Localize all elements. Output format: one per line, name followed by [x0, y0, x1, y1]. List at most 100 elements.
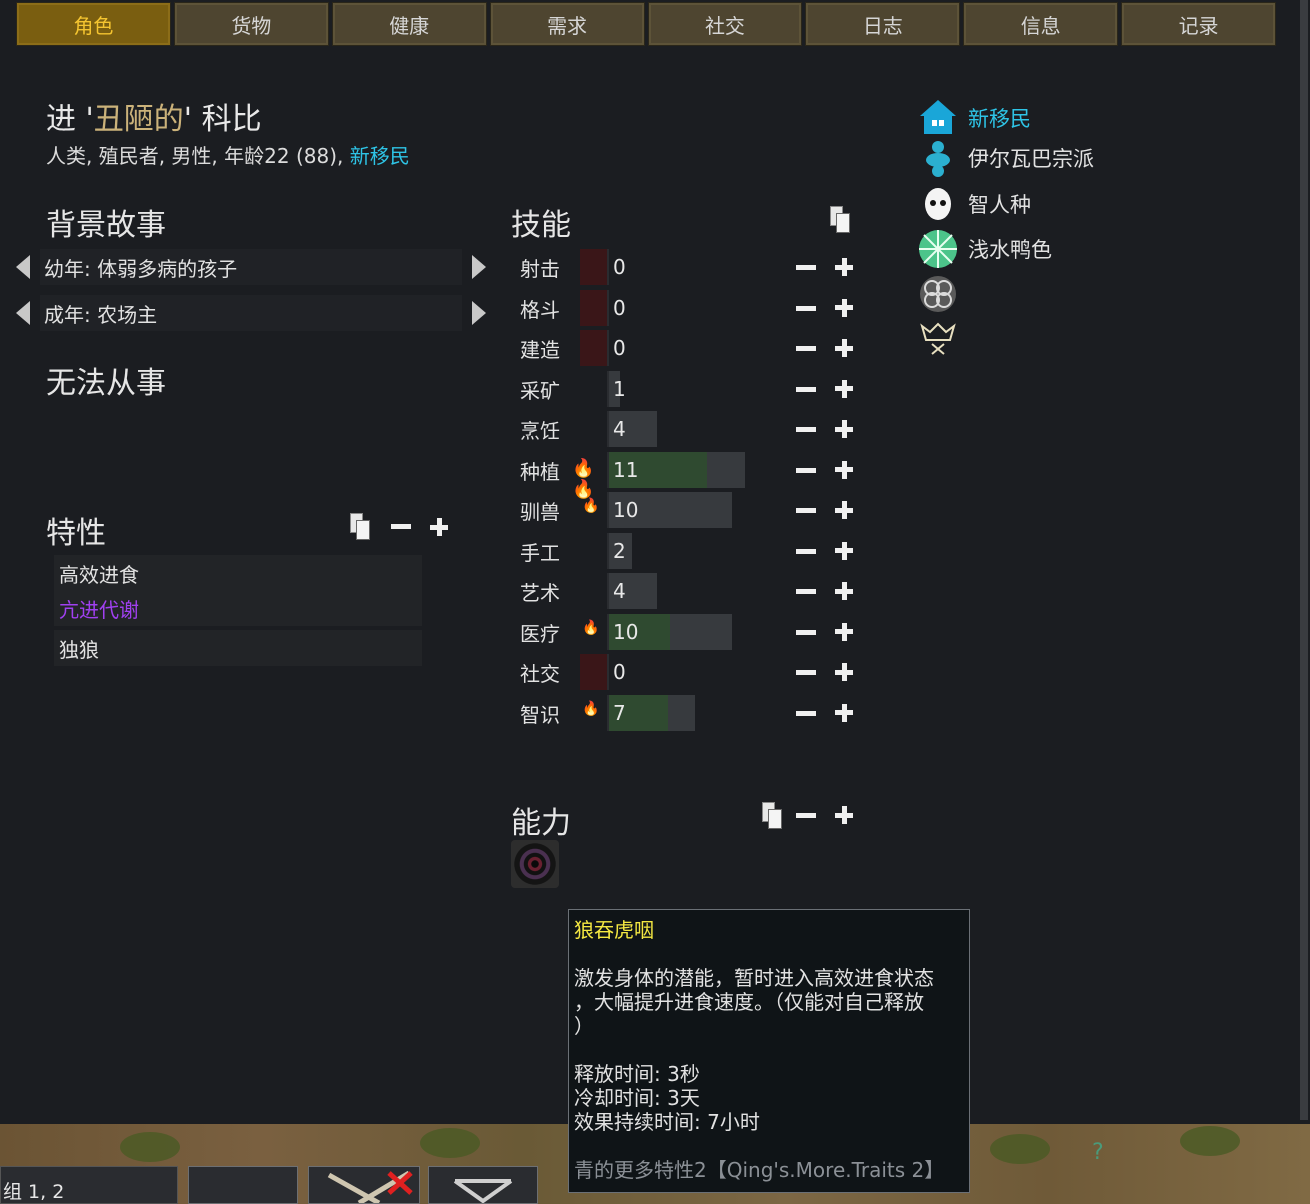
skill-name: 艺术 — [520, 581, 560, 605]
message-button[interactable] — [428, 1166, 538, 1204]
skill-bar-edge — [607, 532, 609, 569]
pawn-faction-link[interactable]: 新移民 — [350, 144, 410, 168]
backstory-childhood[interactable]: 幼年: 体弱多病的孩子 — [40, 249, 462, 285]
next-arrow-icon[interactable] — [472, 301, 486, 325]
prev-arrow-icon[interactable] — [16, 301, 30, 325]
trait-item[interactable]: 亢进代谢 — [54, 590, 422, 626]
skill-increase-icon[interactable] — [835, 379, 853, 398]
skill-level: 0 — [613, 660, 626, 684]
skill-bar-edge — [607, 573, 609, 609]
trait-item[interactable]: 独狼 — [54, 630, 422, 666]
gene-icon-row[interactable] — [918, 274, 968, 314]
skill-name: 社交 — [520, 662, 560, 686]
skill-decrease-icon[interactable] — [796, 629, 816, 635]
xenotype-head-icon — [918, 184, 958, 224]
trait-item[interactable]: 高效进食 — [54, 555, 422, 591]
tooltip-body-line: ） — [574, 1014, 594, 1038]
window-scrollbar[interactable] — [1300, 0, 1308, 1120]
plus-icon[interactable] — [430, 518, 448, 536]
skill-decrease-icon[interactable] — [796, 467, 816, 473]
tooltip-cooldown: 冷却时间: 3天 — [574, 1086, 700, 1110]
skill-decrease-icon[interactable] — [796, 670, 816, 675]
copy-icon[interactable] — [350, 513, 372, 541]
tab-social[interactable]: 社交 — [647, 2, 803, 46]
skill-level: 4 — [613, 579, 626, 603]
minus-icon[interactable] — [391, 524, 411, 529]
tooltip-body-line: ，大幅提升进食速度。（仅能对自己释放 — [574, 990, 924, 1014]
envelope-icon — [453, 1179, 513, 1204]
pawn-nickname: 丑陋的 — [93, 102, 184, 137]
copy-icon[interactable] — [830, 206, 852, 234]
skill-level: 0 — [613, 336, 626, 360]
main-tabs: 角色 货物 健康 需求 社交 日志 信息 记录 — [16, 2, 1276, 46]
skill-increase-icon[interactable] — [835, 258, 853, 276]
skill-decrease-icon[interactable] — [796, 508, 816, 513]
ability-tooltip: 狼吞虎咽 激发身体的潜能，暂时进入高效进食状态 ，大幅提升进食速度。（仅能对自己… — [568, 909, 970, 1193]
minor-passion-icon: 🔥 — [582, 619, 600, 636]
skill-increase-icon[interactable] — [835, 541, 853, 560]
faction-row[interactable]: 新移民 — [918, 98, 1031, 138]
tab-log[interactable]: 日志 — [805, 2, 961, 46]
skill-name: 种植 — [520, 459, 560, 484]
skill-level: 2 — [613, 538, 626, 563]
skill-disabled-marker — [580, 289, 607, 326]
tab-character[interactable]: 角色 — [16, 2, 171, 46]
skill-increase-icon[interactable] — [835, 703, 853, 722]
tab-health[interactable]: 健康 — [331, 2, 487, 46]
skill-decrease-icon[interactable] — [796, 710, 816, 716]
prev-arrow-icon[interactable] — [16, 255, 30, 279]
skill-decrease-icon[interactable] — [796, 305, 816, 311]
skill-decrease-icon[interactable] — [796, 427, 816, 432]
skin-color-name: 浅水鸭色 — [968, 238, 1052, 262]
skill-decrease-icon[interactable] — [796, 386, 816, 392]
skill-increase-icon[interactable] — [835, 622, 853, 641]
tab-info[interactable]: 信息 — [963, 2, 1119, 46]
pawn-last-name: ' 科比 — [183, 102, 262, 137]
tab-gear[interactable]: 货物 — [173, 2, 329, 46]
skill-level: 0 — [613, 255, 626, 279]
backstory-adulthood[interactable]: 成年: 农场主 — [40, 295, 462, 331]
skill-increase-icon[interactable] — [835, 663, 853, 681]
skill-level: 10 — [613, 498, 639, 522]
house-icon — [918, 98, 958, 138]
skin-color-row[interactable]: 浅水鸭色 — [918, 229, 1052, 269]
skill-increase-icon[interactable] — [835, 298, 853, 317]
xenotype-row[interactable]: 智人种 — [918, 184, 1031, 224]
skill-name: 射击 — [520, 257, 560, 281]
copy-icon[interactable] — [762, 802, 784, 830]
pawn-name[interactable]: 进 '丑陋的' 科比 — [46, 94, 262, 138]
next-arrow-icon[interactable] — [472, 255, 486, 279]
tab-needs[interactable]: 需求 — [489, 2, 645, 46]
select-button[interactable] — [188, 1166, 298, 1204]
ideology-row[interactable]: 伊尔瓦巴宗派 — [918, 138, 1094, 178]
tooltip-body-line: 激发身体的潜能，暂时进入高效进食状态 — [574, 966, 934, 990]
traits-title: 特性 — [46, 516, 106, 551]
backstory-adulthood-row: 成年: 农场主 — [16, 295, 486, 331]
title-icon-row[interactable] — [918, 318, 968, 358]
skill-increase-icon[interactable] — [835, 420, 853, 438]
backstory-title: 背景故事 — [46, 208, 166, 243]
skill-decrease-icon[interactable] — [796, 589, 816, 594]
skill-decrease-icon[interactable] — [796, 346, 816, 351]
group-label: 组 1, 2 — [0, 1166, 178, 1204]
tab-records[interactable]: 记录 — [1121, 2, 1276, 46]
skill-increase-icon[interactable] — [835, 339, 853, 357]
skill-level: 0 — [613, 295, 626, 320]
skill-level: 11 — [613, 457, 639, 482]
skill-bar-edge — [607, 249, 609, 285]
minor-passion-icon: 🔥 — [582, 700, 600, 717]
ability-vortex-icon[interactable] — [511, 840, 559, 888]
skill-increase-icon[interactable] — [835, 582, 853, 600]
skill-decrease-icon[interactable] — [796, 548, 816, 554]
draft-button[interactable] — [308, 1166, 420, 1204]
skill-name: 烹饪 — [520, 419, 560, 443]
minus-icon[interactable] — [796, 813, 816, 818]
skill-bar-edge — [607, 492, 609, 528]
skill-increase-icon[interactable] — [835, 460, 853, 479]
skill-disabled-marker — [580, 249, 607, 285]
tooltip-source: 青的更多特性2【Qing's.More.Traits 2】 — [574, 1158, 945, 1182]
ideology-icon — [918, 138, 958, 178]
skill-increase-icon[interactable] — [835, 501, 853, 519]
skill-decrease-icon[interactable] — [796, 265, 816, 270]
plus-icon[interactable] — [835, 806, 853, 824]
